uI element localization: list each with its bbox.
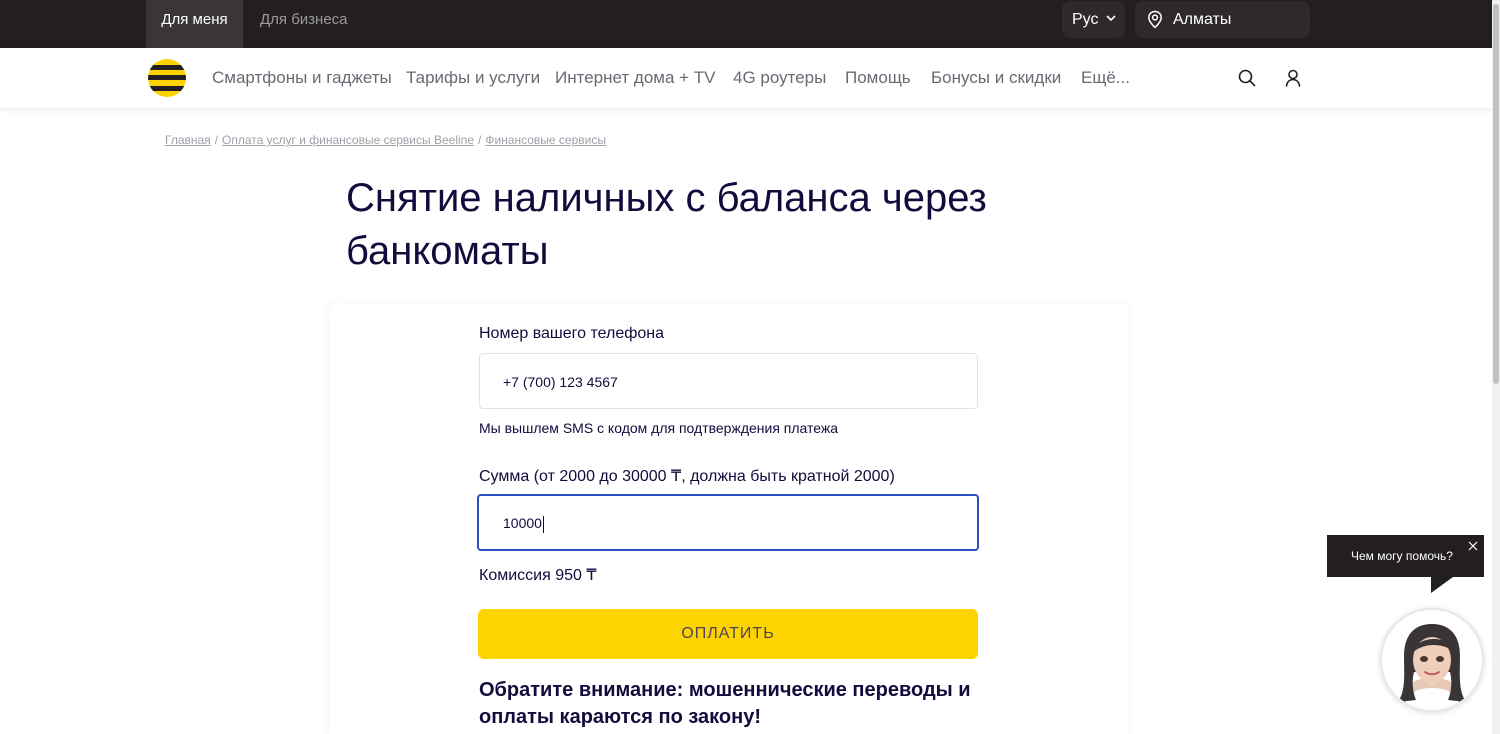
nav-item-more[interactable]: Ещё...	[1081, 48, 1130, 108]
language-selector[interactable]: Рус	[1062, 1, 1125, 38]
bubble-tail	[1431, 577, 1453, 593]
phone-label: Номер вашего телефона	[479, 325, 665, 342]
nav-item-4g-routers[interactable]: 4G роутеры	[733, 48, 826, 108]
fraud-warning: Обратите внимание: мошеннические перевод…	[479, 679, 971, 728]
tab-business[interactable]: Для бизнеса	[260, 0, 348, 48]
text-caret	[542, 515, 544, 533]
page-scrollbar[interactable]	[1492, 0, 1500, 734]
breadcrumb-financial-services[interactable]: Финансовые сервисы	[485, 133, 606, 147]
close-icon[interactable]	[1468, 541, 1478, 551]
tab-personal[interactable]: Для меня	[146, 0, 243, 48]
nav-item-bonuses[interactable]: Бонусы и скидки	[931, 48, 1061, 108]
breadcrumb: Главная / Оплата услуг и финансовые сервис…	[165, 133, 606, 147]
amount-label: Сумма (от 2000 до 30000 ₸, должна быть к…	[479, 468, 895, 485]
breadcrumb-home[interactable]: Главная	[165, 133, 211, 147]
chevron-down-icon	[1106, 15, 1116, 22]
location-pin-icon	[1148, 10, 1162, 29]
assistant-avatar[interactable]	[1380, 608, 1484, 712]
city-selector[interactable]: Алматы	[1135, 1, 1310, 38]
city-label: Алматы	[1173, 11, 1232, 28]
nav-item-tariffs[interactable]: Тарифы и услуги	[406, 48, 540, 108]
top-bar: Для меня Для бизнеса Рус Алматы	[0, 0, 1500, 48]
phone-input[interactable]: +7 (700) 123 4567	[479, 353, 978, 409]
assistant-face-icon	[1382, 610, 1482, 710]
chat-prompt-bubble[interactable]: Чем могу помочь?	[1327, 535, 1484, 593]
user-icon[interactable]	[1283, 68, 1303, 88]
nav-item-smartphones[interactable]: Смартфоны и гаджеты	[212, 48, 392, 108]
scrollbar-thumb[interactable]	[1493, 4, 1499, 384]
search-icon[interactable]	[1237, 68, 1257, 88]
phone-value: +7 (700) 123 4567	[503, 374, 618, 390]
nav-item-help[interactable]: Помощь	[845, 48, 911, 108]
sms-hint: Мы вышлем SMS с кодом для подтверждения …	[479, 420, 839, 436]
pay-button[interactable]: ОПЛАТИТЬ	[478, 609, 978, 659]
amount-value: 10000	[503, 515, 542, 531]
commission-text: Комиссия 950 ₸	[479, 567, 597, 584]
chat-prompt-text: Чем могу помочь?	[1351, 549, 1453, 563]
main-nav: Смартфоны и гаджеты Тарифы и услуги Инте…	[0, 48, 1500, 108]
breadcrumb-payment-services[interactable]: Оплата услуг и финансовые сервисы Beelin…	[222, 133, 474, 147]
language-label: Рус	[1072, 11, 1099, 28]
page-title: Снятие наличных с баланса через банкомат…	[346, 176, 987, 273]
nav-item-home-internet[interactable]: Интернет дома + TV	[555, 48, 716, 108]
amount-input[interactable]: 10000	[477, 494, 979, 551]
beeline-logo[interactable]	[148, 59, 186, 97]
